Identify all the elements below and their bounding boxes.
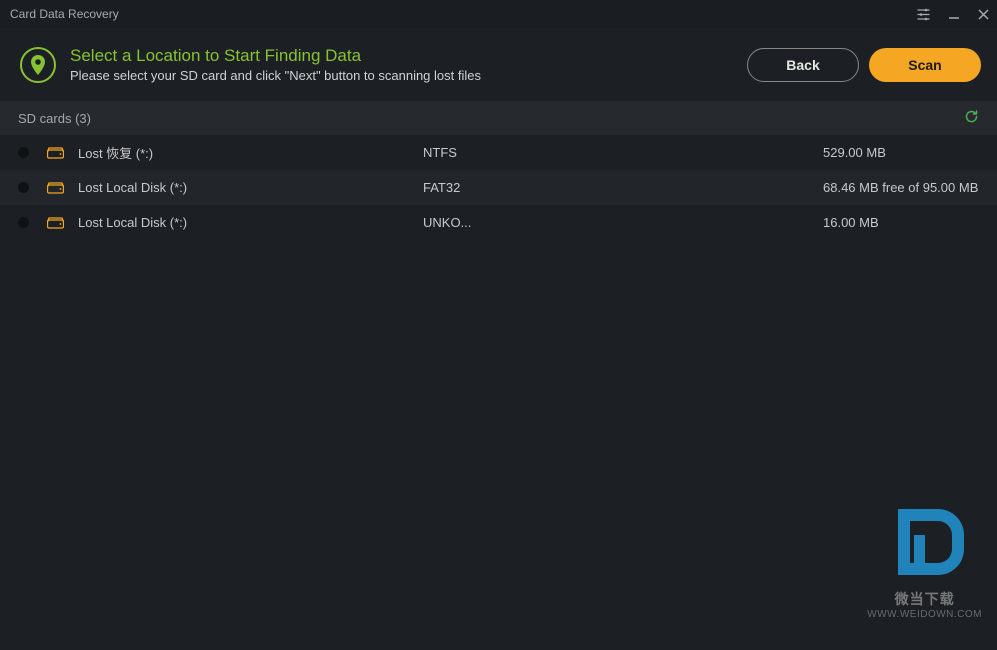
titlebar-controls — [917, 8, 989, 21]
disk-filesystem: NTFS — [423, 145, 823, 160]
table-row[interactable]: Lost Local Disk (*:) UNKO... 16.00 MB — [0, 205, 997, 240]
table-row[interactable]: Lost 恢复 (*:) NTFS 529.00 MB — [0, 135, 997, 170]
scan-button[interactable]: Scan — [869, 48, 981, 82]
watermark-text: 微当下载 — [867, 589, 982, 609]
header-title: Select a Location to Start Finding Data — [70, 46, 481, 66]
back-button[interactable]: Back — [747, 48, 859, 82]
disk-name: Lost Local Disk (*:) — [78, 215, 423, 230]
header-left: Select a Location to Start Finding Data … — [20, 46, 481, 83]
disk-size: 68.46 MB free of 95.00 MB — [823, 180, 979, 195]
header-buttons: Back Scan — [747, 48, 981, 82]
menu-icon[interactable] — [917, 8, 930, 21]
titlebar-title: Card Data Recovery — [8, 7, 119, 21]
header: Select a Location to Start Finding Data … — [0, 28, 997, 101]
disk-icon — [47, 217, 64, 229]
close-icon[interactable] — [978, 9, 989, 20]
radio-icon[interactable] — [18, 182, 29, 193]
table-row[interactable]: Lost Local Disk (*:) FAT32 68.46 MB free… — [0, 170, 997, 205]
disk-icon — [47, 182, 64, 194]
location-pin-icon — [20, 47, 56, 83]
header-subtitle: Please select your SD card and click "Ne… — [70, 68, 481, 83]
radio-icon[interactable] — [18, 217, 29, 228]
radio-icon[interactable] — [18, 147, 29, 158]
disk-icon — [47, 147, 64, 159]
disk-name: Lost 恢复 (*:) — [78, 143, 423, 162]
header-text: Select a Location to Start Finding Data … — [70, 46, 481, 83]
disk-size: 16.00 MB — [823, 215, 979, 230]
watermark-logo-icon — [867, 497, 982, 587]
watermark-url: WWW.WEIDOWN.COM — [867, 609, 982, 620]
disk-filesystem: UNKO... — [423, 215, 823, 230]
watermark: 微当下载 WWW.WEIDOWN.COM — [867, 497, 982, 620]
minimize-icon[interactable] — [948, 8, 960, 20]
section-header: SD cards (3) — [0, 101, 997, 135]
disk-filesystem: FAT32 — [423, 180, 823, 195]
section-label: SD cards (3) — [18, 111, 91, 126]
titlebar: Card Data Recovery — [0, 0, 997, 28]
refresh-icon[interactable] — [964, 109, 979, 127]
disk-name: Lost Local Disk (*:) — [78, 180, 423, 195]
disk-size: 529.00 MB — [823, 145, 979, 160]
